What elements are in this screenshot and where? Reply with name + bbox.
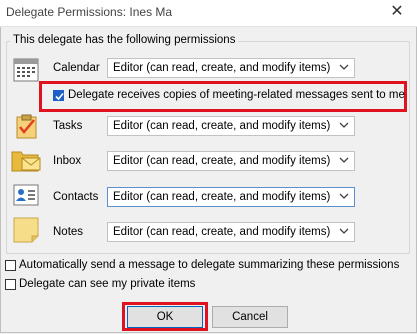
delegate-copy-label: Delegate receives copies of meeting-rela… [68,89,405,101]
chevron-down-icon [339,64,349,70]
inbox-permission-value: Editor (can read, create, and modify ite… [113,155,331,167]
notes-permission-select[interactable]: Editor (can read, create, and modify ite… [107,222,355,242]
chevron-down-icon [339,157,349,163]
chevron-down-icon [339,122,349,128]
close-icon[interactable]: ✕ [377,0,417,26]
private-items-checkbox[interactable] [5,279,16,290]
ok-button[interactable]: OK [127,306,203,328]
calendar-permission-value: Editor (can read, create, and modify ite… [113,62,331,74]
notes-label: Notes [53,226,84,238]
tasks-label: Tasks [53,120,83,132]
calendar-icon [13,58,39,82]
chevron-down-icon [339,193,349,199]
chevron-down-icon [339,228,349,234]
tasks-permission-select[interactable]: Editor (can read, create, and modify ite… [107,116,355,136]
tasks-icon [16,114,37,139]
auto-send-summary-label: Automatically send a message to delegate… [19,259,400,271]
calendar-permission-select[interactable]: Editor (can read, create, and modify ite… [107,58,355,78]
contacts-icon [13,184,39,206]
notes-icon [13,217,39,243]
inbox-icon [11,151,41,172]
cancel-button[interactable]: Cancel [212,306,288,328]
calendar-label: Calendar [53,62,100,74]
notes-permission-value: Editor (can read, create, and modify ite… [113,226,331,238]
private-items-label: Delegate can see my private items [19,278,196,290]
checkmark-icon [55,92,64,101]
permissions-group-label: This delegate has the following permissi… [10,34,239,46]
delegate-copy-checkbox[interactable] [53,90,64,101]
inbox-permission-select[interactable]: Editor (can read, create, and modify ite… [107,151,355,171]
auto-send-summary-checkbox[interactable] [5,260,16,271]
title-bar: Delegate Permissions: Ines Ma ✕ [0,0,417,27]
contacts-permission-select[interactable]: Editor (can read, create, and modify ite… [107,187,355,207]
contacts-label: Contacts [53,191,99,203]
contacts-permission-value: Editor (can read, create, and modify ite… [113,191,331,203]
tasks-permission-value: Editor (can read, create, and modify ite… [113,120,331,132]
inbox-label: Inbox [53,155,82,167]
window-title: Delegate Permissions: Ines Ma [6,5,173,19]
